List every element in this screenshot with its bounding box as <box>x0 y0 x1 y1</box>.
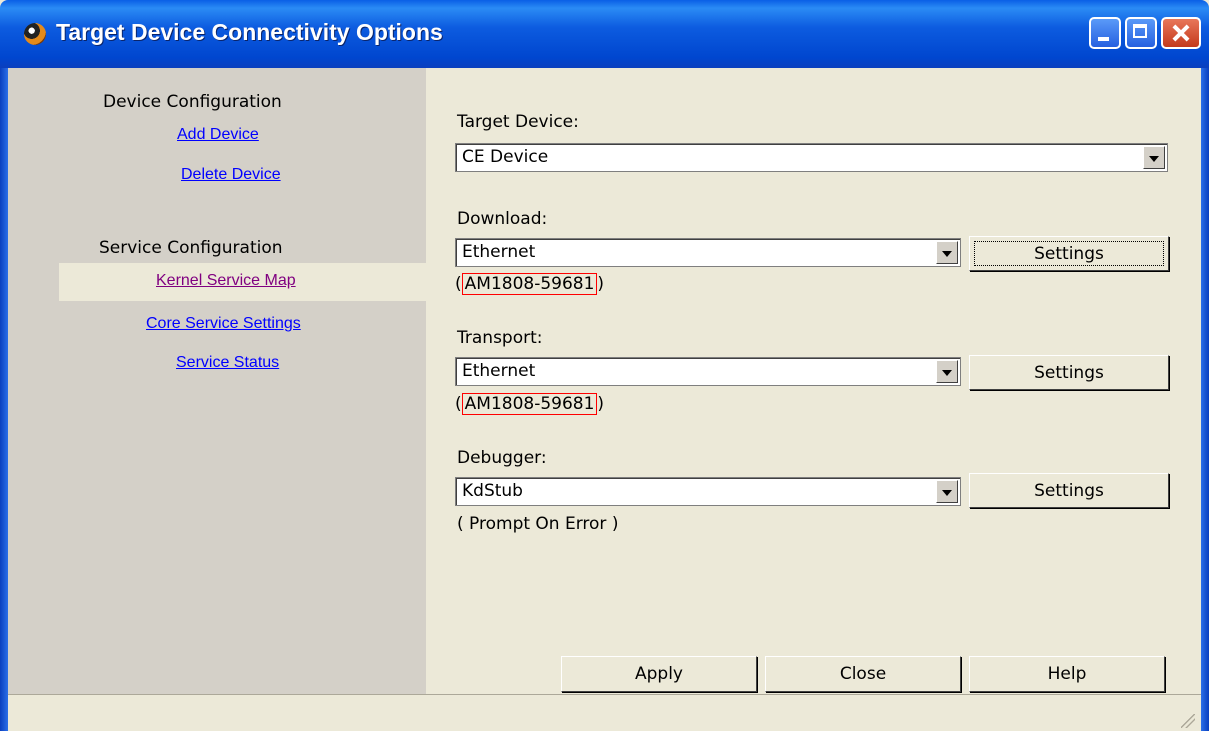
device-configuration-heading: Device Configuration <box>103 92 282 112</box>
address-close-paren: ) <box>597 274 605 294</box>
core-service-settings-link[interactable]: Core Service Settings <box>146 315 301 333</box>
close-button[interactable]: Close <box>765 656 961 692</box>
help-button[interactable]: Help <box>969 656 1165 692</box>
transport-label: Transport: <box>457 328 543 348</box>
chevron-down-icon[interactable] <box>936 360 958 383</box>
transport-address-value: AM1808-59681 <box>461 393 598 415</box>
transport-value: Ethernet <box>462 361 536 381</box>
transport-dropdown[interactable]: Ethernet <box>455 357 961 386</box>
debugger-value: KdStub <box>462 481 523 501</box>
download-value: Ethernet <box>462 242 536 262</box>
address-open-paren: ( <box>455 274 462 294</box>
transport-settings-button[interactable]: Settings <box>969 355 1169 390</box>
maximize-button[interactable] <box>1125 17 1157 49</box>
window-frame-right <box>1201 68 1209 731</box>
status-bar <box>8 694 1201 731</box>
target-device-label: Target Device: <box>457 112 579 132</box>
resize-grip-icon[interactable] <box>1181 714 1195 728</box>
chevron-down-icon[interactable] <box>1143 146 1165 169</box>
app-icon <box>24 23 46 45</box>
minimize-button[interactable] <box>1089 17 1121 49</box>
target-device-dropdown[interactable]: CE Device <box>455 143 1168 172</box>
service-configuration-heading: Service Configuration <box>99 238 283 258</box>
download-label: Download: <box>457 209 548 229</box>
download-settings-button[interactable]: Settings <box>969 236 1169 271</box>
debugger-dropdown[interactable]: KdStub <box>455 477 961 506</box>
download-dropdown[interactable]: Ethernet <box>455 238 961 267</box>
debugger-settings-button[interactable]: Settings <box>969 473 1169 508</box>
debugger-label: Debugger: <box>457 448 547 468</box>
transport-address: (AM1808-59681) <box>455 393 605 415</box>
download-address-value: AM1808-59681 <box>461 273 598 295</box>
debugger-note: ( Prompt On Error ) <box>457 514 619 534</box>
chevron-down-icon[interactable] <box>936 241 958 264</box>
address-close-paren: ) <box>597 394 605 414</box>
apply-button[interactable]: Apply <box>561 656 757 692</box>
address-open-paren: ( <box>455 394 462 414</box>
window-title: Target Device Connectivity Options <box>56 19 443 45</box>
add-device-link[interactable]: Add Device <box>177 126 259 144</box>
target-device-value: CE Device <box>462 147 549 167</box>
title-bar[interactable]: Target Device Connectivity Options <box>0 0 1209 68</box>
close-window-button[interactable] <box>1161 17 1201 49</box>
delete-device-link[interactable]: Delete Device <box>181 166 281 184</box>
service-status-link[interactable]: Service Status <box>176 354 279 372</box>
kernel-service-map-link[interactable]: Kernel Service Map <box>156 272 296 290</box>
window-frame-left <box>0 68 8 731</box>
connectivity-options-window: Target Device Connectivity Options Devic… <box>0 0 1209 731</box>
download-address: (AM1808-59681) <box>455 273 605 295</box>
sidebar-item-kernel-service-map[interactable]: Kernel Service Map <box>59 263 426 301</box>
sidebar: Device Configuration Add Device Delete D… <box>8 68 426 694</box>
chevron-down-icon[interactable] <box>936 480 958 503</box>
